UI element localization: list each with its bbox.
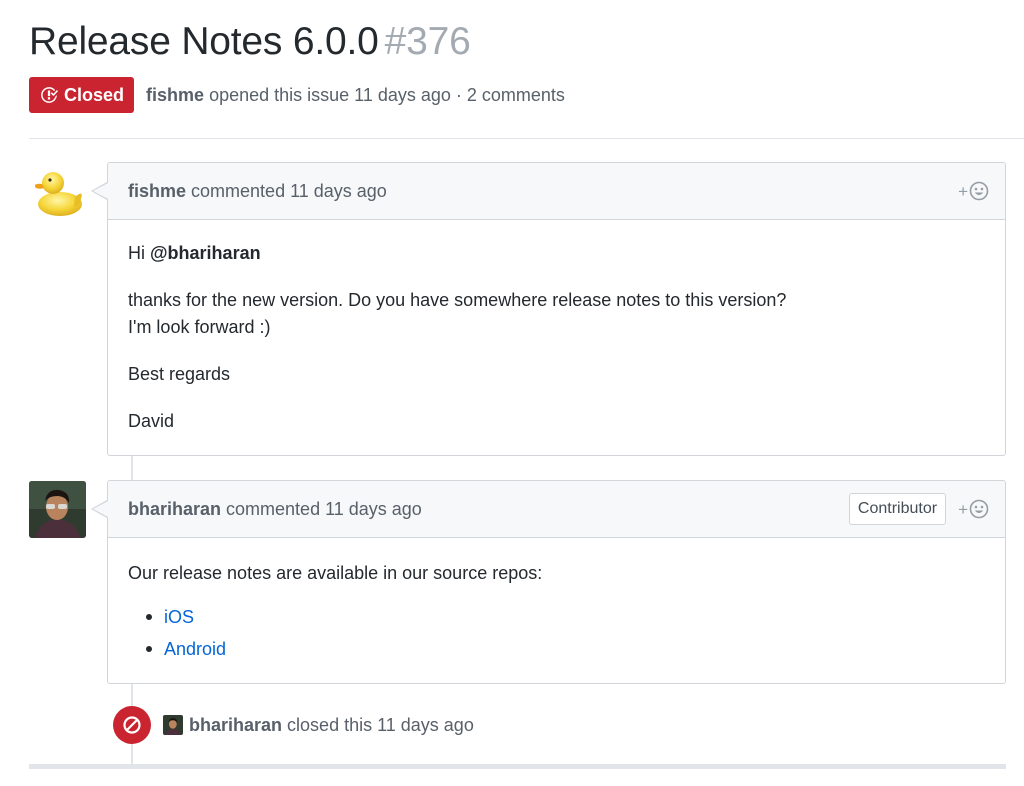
comment-paragraph: thanks for the new version. Do you have … bbox=[128, 287, 985, 341]
comment-fishme: fishme commented 11 days ago + Hi @bhari… bbox=[91, 162, 1006, 456]
state-label: Closed bbox=[64, 84, 125, 105]
body-text: I'm look forward :) bbox=[128, 317, 271, 337]
contributor-badge: Contributor bbox=[848, 493, 947, 525]
comment-bhariharan: bhariharan commented 11 days ago Contrib… bbox=[91, 480, 1006, 684]
duck-avatar-image bbox=[34, 172, 82, 216]
add-reaction-button[interactable]: + bbox=[958, 181, 989, 201]
issue-meta-detail: opened this issue 11 days ago · 2 commen… bbox=[209, 84, 565, 105]
comment-timestamp[interactable]: commented 11 days ago bbox=[191, 181, 387, 202]
comment-paragraph: Best regards bbox=[128, 364, 231, 384]
add-reaction-button[interactable]: + bbox=[958, 499, 989, 519]
greeting-text: Hi bbox=[128, 243, 150, 263]
event-text: bhariharan closed this 11 days ago bbox=[189, 715, 474, 736]
user-mention-link[interactable]: @bhariharan bbox=[150, 243, 261, 263]
comment-header: fishme commented 11 days ago + bbox=[91, 163, 1005, 220]
comment-author-link[interactable]: fishme bbox=[128, 181, 186, 202]
comment-timestamp[interactable]: commented 11 days ago bbox=[226, 499, 422, 520]
plus-icon: + bbox=[958, 499, 968, 519]
comment-body: Our release notes are available in our s… bbox=[108, 538, 1005, 683]
comment-caret-fill bbox=[93, 501, 108, 517]
ios-repo-link[interactable]: iOS bbox=[164, 607, 194, 627]
comment-author-link[interactable]: bhariharan bbox=[128, 499, 221, 520]
comment-paragraph: Our release notes are available in our s… bbox=[128, 563, 543, 583]
closed-event: bhariharan closed this 11 days ago bbox=[113, 706, 474, 744]
timeline-end-divider bbox=[29, 764, 1006, 769]
issue-title: Release Notes 6.0.0 #376 bbox=[29, 20, 471, 64]
plus-icon: + bbox=[958, 181, 968, 201]
comment-paragraph: David bbox=[128, 411, 175, 431]
smiley-icon bbox=[969, 181, 989, 201]
event-actor-avatar[interactable] bbox=[163, 715, 183, 735]
repo-link-list: iOS Android bbox=[128, 601, 985, 665]
person-avatar-image bbox=[163, 715, 183, 735]
issue-title-text: Release Notes 6.0.0 bbox=[29, 20, 379, 63]
comment-paragraph: Hi @bhariharan bbox=[128, 240, 985, 267]
person-avatar-image bbox=[29, 481, 86, 538]
list-item: iOS bbox=[144, 601, 985, 633]
issue-closed-icon bbox=[40, 86, 58, 104]
comment-caret-fill bbox=[93, 183, 108, 199]
circle-slash-icon bbox=[123, 716, 141, 734]
commenter-avatar-bhariharan[interactable] bbox=[29, 481, 86, 538]
smiley-icon bbox=[969, 499, 989, 519]
issue-meta-text: fishme opened this issue 11 days ago · 2… bbox=[146, 85, 565, 106]
closed-event-badge bbox=[113, 706, 151, 744]
event-detail: closed this 11 days ago bbox=[287, 714, 474, 735]
issue-author-link[interactable]: fishme bbox=[146, 85, 204, 105]
android-repo-link[interactable]: Android bbox=[164, 639, 226, 659]
state-badge: Closed bbox=[29, 77, 135, 113]
commenter-avatar-fishme[interactable] bbox=[29, 163, 86, 220]
list-item: Android bbox=[144, 633, 985, 665]
header-divider bbox=[29, 138, 1024, 139]
issue-meta: Closed fishme opened this issue 11 days … bbox=[29, 77, 565, 113]
comment-body: Hi @bhariharan thanks for the new versio… bbox=[108, 220, 1005, 453]
body-text: thanks for the new version. Do you have … bbox=[128, 290, 787, 310]
comment-header: bhariharan commented 11 days ago Contrib… bbox=[91, 481, 1005, 538]
issue-number: #376 bbox=[384, 20, 471, 63]
timeline-line bbox=[131, 455, 133, 481]
event-actor-link[interactable]: bhariharan bbox=[189, 715, 282, 735]
